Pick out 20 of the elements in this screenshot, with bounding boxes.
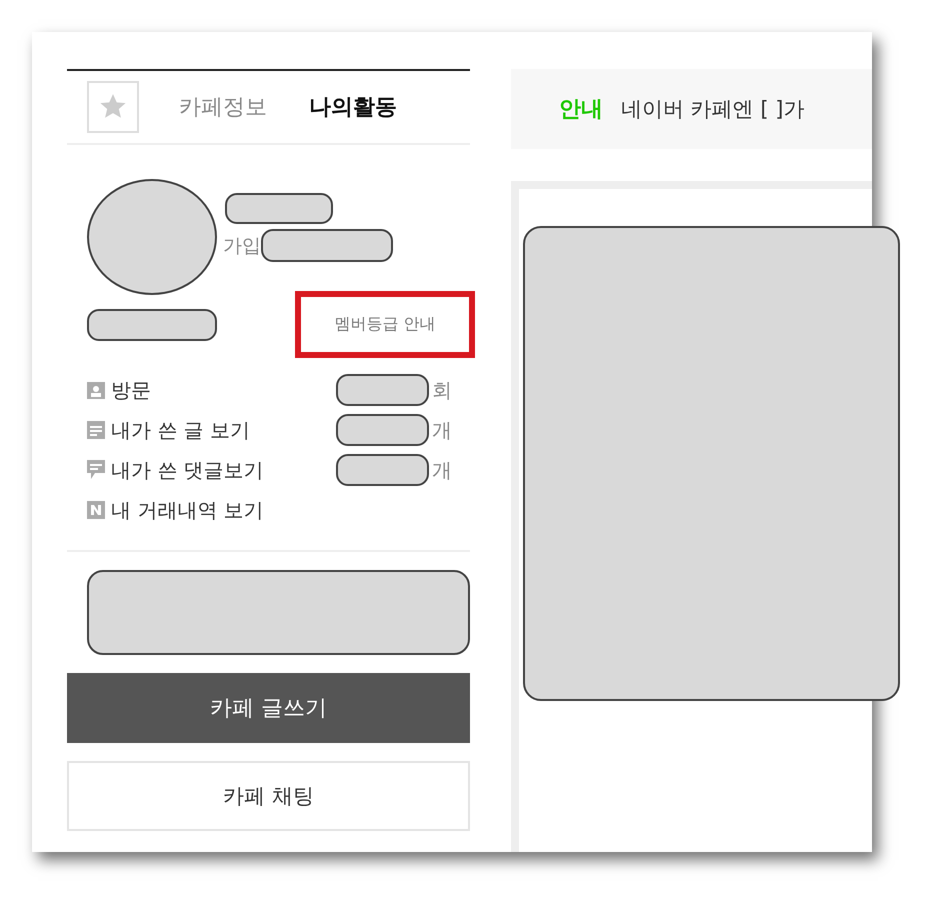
count-unit: 개 [432, 456, 452, 484]
activity-link[interactable]: 방문 [111, 376, 336, 404]
chat-button[interactable]: 카페 채팅 [67, 761, 470, 831]
star-button[interactable] [87, 81, 139, 133]
member-grade-link[interactable]: 멤버등급 안내 [334, 314, 436, 335]
activity-link[interactable]: 내가 쓴 댓글보기 [111, 456, 336, 484]
join-label: 가입 [223, 234, 261, 258]
count-unit: 개 [432, 416, 452, 444]
activity-link[interactable]: 내 거래내역 보기 [111, 496, 336, 524]
document-icon [87, 421, 105, 439]
person-badge-icon [87, 381, 105, 399]
notice-text: 네이버 카페엔 [ ]가 [621, 96, 804, 123]
tab[interactable]: 카페정보 [179, 92, 267, 122]
tab[interactable]: 나의활동 [309, 92, 397, 122]
speech-bubble-icon [87, 460, 105, 480]
notice-tag: 안내 [559, 94, 603, 124]
n-square-icon [87, 501, 105, 519]
count-unit: 회 [432, 376, 452, 404]
write-button[interactable]: 카페 글쓰기 [67, 673, 470, 743]
activity-link[interactable]: 내가 쓴 글 보기 [111, 416, 336, 444]
